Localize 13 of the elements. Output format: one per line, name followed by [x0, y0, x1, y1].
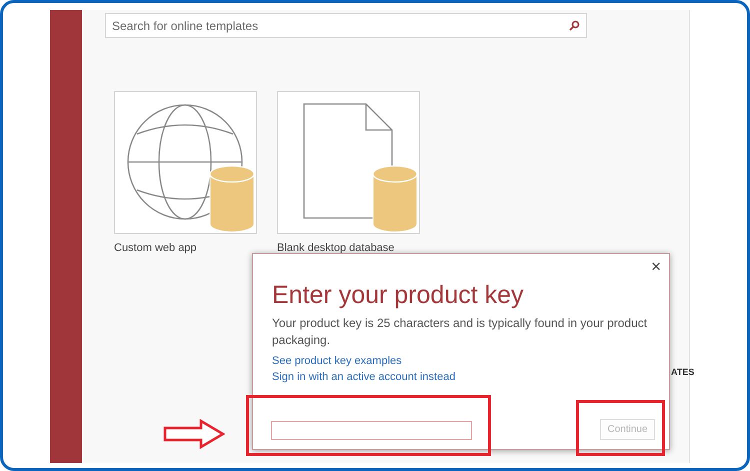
dialog-link[interactable]: Sign in with an active account instead — [272, 369, 650, 385]
dialog-title: Enter your product key — [272, 280, 525, 310]
product-key-field[interactable] — [271, 421, 472, 440]
template-label: Blank desktop database — [277, 241, 396, 256]
template-label: Custom web app — [114, 241, 198, 256]
search-field[interactable]: Search for online templates — [105, 13, 587, 38]
dialog-description: Your product key is 25 characters and is typically found in your product packaging. — [272, 315, 648, 349]
template-tile[interactable] — [114, 91, 257, 234]
section-heading: ATES — [671, 366, 694, 379]
search-icon[interactable] — [569, 20, 580, 31]
dialog-link[interactable]: See product key examples — [272, 353, 650, 369]
template-tile[interactable] — [277, 91, 420, 234]
close-button[interactable]: × — [649, 256, 663, 277]
